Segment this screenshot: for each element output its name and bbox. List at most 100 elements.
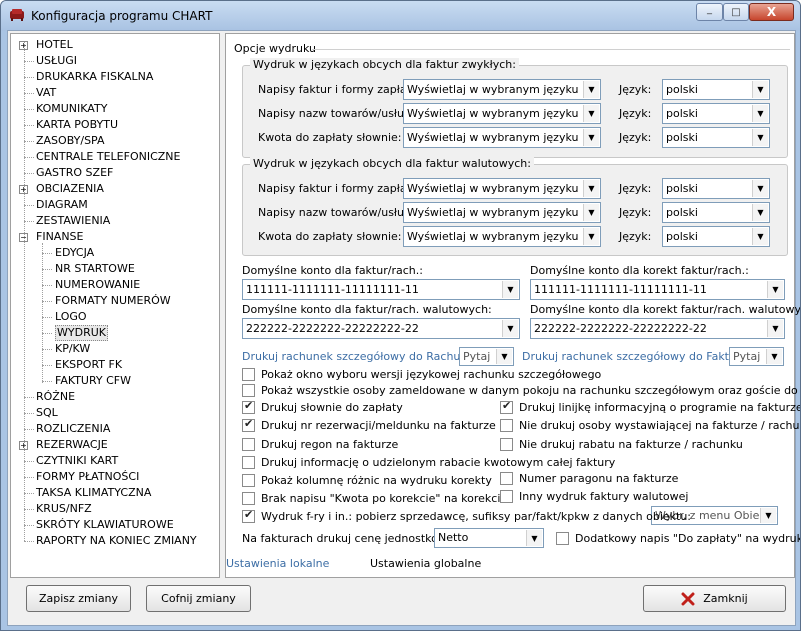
close-button[interactable]: Zamknij <box>643 585 786 612</box>
detailed-bill-label: Drukuj rachunek szczegółowy do Rachunku: <box>242 350 485 363</box>
regular-mode-select[interactable]: Wyświetlaj w wybranym języku ▼ <box>403 103 601 124</box>
tree-item-krus-nfz[interactable]: KRUS/NFZ <box>11 501 219 517</box>
checkbox-fry-print[interactable]: Wydruk f-ry i in.: pobierz sprzedawcę, s… <box>242 508 691 523</box>
tree-item-uslugi[interactable]: USŁUGI <box>11 53 219 69</box>
checkbox-diff-column[interactable]: Pokaż kolumnę różnic na wydruku korekty <box>242 474 492 487</box>
tree-item-sql[interactable]: SQL <box>11 405 219 421</box>
checkbox-box[interactable] <box>556 532 569 545</box>
tree-item-taksa-klimatyczna[interactable]: TAKSA KLIMATYCZNA <box>11 485 219 501</box>
checkbox-no-after-correction[interactable]: Brak napisu "Kwota po korekcie" na korek… <box>242 492 507 505</box>
checkbox-no-issuer[interactable]: Nie drukuj osoby wystawiającej na faktur… <box>500 419 800 432</box>
checkbox-box[interactable] <box>242 508 255 523</box>
detailed-invoice-select[interactable]: Pytaj ▼ <box>729 347 784 366</box>
fx-language-select[interactable]: polski ▼ <box>662 226 770 247</box>
regular-mode-select[interactable]: Wyświetlaj w wybranym języku ▼ <box>403 127 601 148</box>
checkbox-print-regon[interactable]: Drukuj regon na fakturze <box>242 438 398 451</box>
checkbox-box[interactable] <box>242 474 255 487</box>
checkbox-box[interactable] <box>242 438 255 451</box>
tree-item-label: LOGO <box>55 310 87 323</box>
checkbox-no-discount[interactable]: Nie drukuj rabatu na fakturze / rachunku <box>500 438 743 451</box>
regular-language-select[interactable]: polski ▼ <box>662 103 770 124</box>
correction-account-select[interactable]: 111111-1111111-11111111-11 ▼ <box>530 279 785 300</box>
tree-connector <box>24 77 34 78</box>
tree-item-diagram[interactable]: DIAGRAM <box>11 197 219 213</box>
regular-language-select[interactable]: polski ▼ <box>662 127 770 148</box>
language-value: polski <box>666 230 698 243</box>
tree-item-label: OBCIAZENIA <box>36 182 104 195</box>
tree-item-label: SKRÓTY KLAWIATUROWE <box>36 518 174 531</box>
checkbox-show-all-guests[interactable]: Pokaż wszystkie osoby zameldowane w dany… <box>242 384 800 397</box>
tree-connector <box>24 221 34 222</box>
tree-item-raporty-na-koniec-zmiany[interactable]: RAPORTY NA KONIEC ZMIANY <box>11 533 219 549</box>
fx-mode-select[interactable]: Wyświetlaj w wybranym języku ▼ <box>403 202 601 223</box>
fx-mode-select[interactable]: Wyświetlaj w wybranym języku ▼ <box>403 178 601 199</box>
tree-item-rozne[interactable]: RÓŻNE <box>11 389 219 405</box>
checkbox-other-fx-print[interactable]: Inny wydruk faktury walutowej <box>500 490 688 503</box>
checkbox-box[interactable] <box>500 490 513 503</box>
minimize-button[interactable]: _ <box>696 3 723 21</box>
tree-item-vat[interactable]: VAT <box>11 85 219 101</box>
checkbox-label: Drukuj regon na fakturze <box>261 438 399 451</box>
fx-language-select[interactable]: polski ▼ <box>662 178 770 199</box>
detailed-bill-select[interactable]: Pytaj ▼ <box>459 347 514 366</box>
tab-global-settings[interactable]: Ustawienia globalne <box>370 557 481 570</box>
chevron-down-icon: ▼ <box>583 81 599 98</box>
checkbox-box[interactable] <box>242 399 255 414</box>
checkbox-print-res-no[interactable]: Drukuj nr rezerwacji/meldunku na fakturz… <box>242 417 496 432</box>
tree-item-komunikaty[interactable]: KOMUNIKATY <box>11 101 219 117</box>
checkbox-label: Numer paragonu na fakturze <box>519 472 679 485</box>
checkbox-box[interactable] <box>242 384 255 397</box>
language-label: Język: <box>619 83 652 96</box>
checkbox-receipt-number[interactable]: Numer paragonu na fakturze <box>500 472 678 485</box>
unit-price-value: Netto <box>438 531 469 544</box>
checkbox-box[interactable] <box>500 399 513 414</box>
checkbox-print-words[interactable]: Drukuj słownie do zapłaty <box>242 399 403 414</box>
tree-item-label: RÓŻNE <box>36 390 76 403</box>
default-account-select[interactable]: 111111-1111111-11111111-11 ▼ <box>242 279 520 300</box>
tree-item-formy-platnosci[interactable]: FORMY PŁATNOŚCI <box>11 469 219 485</box>
checkbox-box[interactable] <box>500 472 513 485</box>
checkbox-print-info-line[interactable]: Drukuj linijkę informacyjną o programie … <box>500 399 800 414</box>
checkbox-box[interactable] <box>242 456 255 469</box>
fx-mode-select[interactable]: Wyświetlaj w wybranym języku ▼ <box>403 226 601 247</box>
unit-price-select[interactable]: Netto ▼ <box>434 528 544 548</box>
regular-language-select[interactable]: polski ▼ <box>662 79 770 100</box>
tree-item-zasoby-spa[interactable]: ZASOBY/SPA <box>11 133 219 149</box>
checkbox-print-discount-info[interactable]: Drukuj informację o udzielonym rabacie k… <box>242 456 615 469</box>
tree-connector <box>42 269 52 270</box>
tree-item-centrale-telefoniczne[interactable]: CENTRALE TELEFONICZNE <box>11 149 219 165</box>
fx-account-select[interactable]: 222222-2222222-22222222-22 ▼ <box>242 318 520 339</box>
tree-item-label: NR STARTOWE <box>55 262 135 275</box>
fx-correction-account-select[interactable]: 222222-2222222-22222222-22 ▼ <box>530 318 785 339</box>
tab-local-settings[interactable]: Ustawienia lokalne <box>226 557 329 570</box>
checkbox-box[interactable] <box>500 419 513 432</box>
save-button[interactable]: Zapisz zmiany <box>26 585 131 612</box>
tree-item-obciazenia[interactable]: + OBCIAZENIA <box>11 181 219 197</box>
checkbox-box[interactable] <box>242 368 255 381</box>
maximize-button[interactable]: □ <box>723 3 749 21</box>
regular-mode-select[interactable]: Wyświetlaj w wybranym języku ▼ <box>403 79 601 100</box>
revert-button[interactable]: Cofnij zmiany <box>146 585 251 612</box>
settings-tree[interactable]: + HOTEL USŁUGI DRUKARKA FISKALNA VAT KOMUNIKA… <box>10 33 220 578</box>
fx-language-select[interactable]: polski ▼ <box>662 202 770 223</box>
tree-item-czytniki-kart[interactable]: CZYTNIKI KART <box>11 453 219 469</box>
tree-item-rezerwacje[interactable]: + REZERWACJE <box>11 437 219 453</box>
checkbox-box[interactable] <box>242 492 255 505</box>
tree-item-drukarka-fiskalna[interactable]: DRUKARKA FISKALNA <box>11 69 219 85</box>
title-bar[interactable]: Konfiguracja programu CHART _ □ X <box>1 1 800 31</box>
tree-item-hotel[interactable]: + HOTEL <box>11 37 219 53</box>
checkbox-show-lang-window[interactable]: Pokaż okno wyboru wersji językowej rachu… <box>242 368 601 381</box>
checkbox-box[interactable] <box>500 438 513 451</box>
tree-item-zestawienia[interactable]: ZESTAWIENIA <box>11 213 219 229</box>
chevron-down-icon: ▼ <box>583 105 599 122</box>
tree-item-gastro-szef[interactable]: GASTRO SZEF <box>11 165 219 181</box>
tree-item-rozliczenia[interactable]: ROZLICZENIA <box>11 421 219 437</box>
client-area: + HOTEL USŁUGI DRUKARKA FISKALNA VAT KOMUNIKA… <box>7 30 800 626</box>
close-window-button[interactable]: X <box>749 3 794 21</box>
tree-connector <box>24 205 34 206</box>
checkbox-label: Brak napisu "Kwota po korekcie" na korek… <box>261 492 508 505</box>
tree-item-karta-pobytu[interactable]: KARTA POBYTU <box>11 117 219 133</box>
checkbox-box[interactable] <box>242 417 255 432</box>
tree-item-skroty-klawiaturowe[interactable]: SKRÓTY KLAWIATUROWE <box>11 517 219 533</box>
checkbox-extra-note[interactable]: Dodatkowy napis "Do zapłaty" na wydruku <box>556 532 800 545</box>
